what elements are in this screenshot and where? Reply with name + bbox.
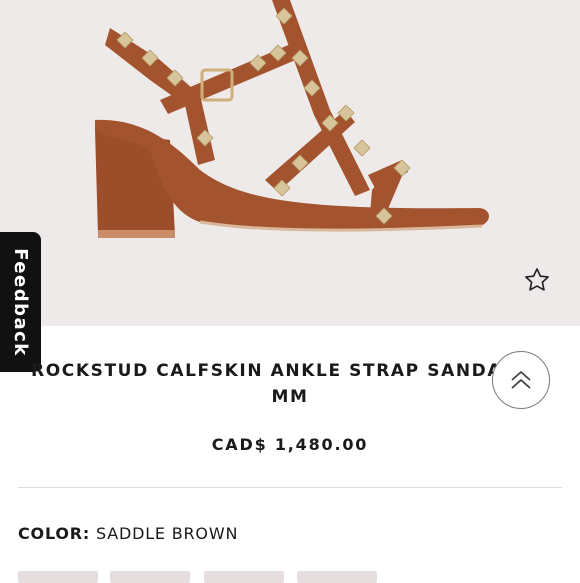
star-outline-icon <box>525 268 549 291</box>
wishlist-star-button[interactable] <box>523 266 555 298</box>
feedback-tab[interactable]: Feedback <box>0 232 41 372</box>
scroll-to-top-button[interactable] <box>492 351 550 409</box>
double-chevron-up-icon <box>511 371 531 389</box>
sandal-illustration <box>95 0 489 238</box>
color-label: COLOR: <box>18 524 91 543</box>
color-swatch[interactable] <box>297 571 377 583</box>
product-image[interactable] <box>0 0 580 326</box>
feedback-label: Feedback <box>10 247 32 357</box>
color-swatch[interactable] <box>204 571 284 583</box>
color-swatch[interactable] <box>110 571 190 583</box>
color-swatch[interactable] <box>18 571 98 583</box>
product-price: CAD$ 1,480.00 <box>211 435 369 454</box>
color-selection: COLOR: SADDLE BROWN <box>18 524 238 543</box>
divider <box>18 487 562 488</box>
color-value: SADDLE BROWN <box>95 524 239 543</box>
